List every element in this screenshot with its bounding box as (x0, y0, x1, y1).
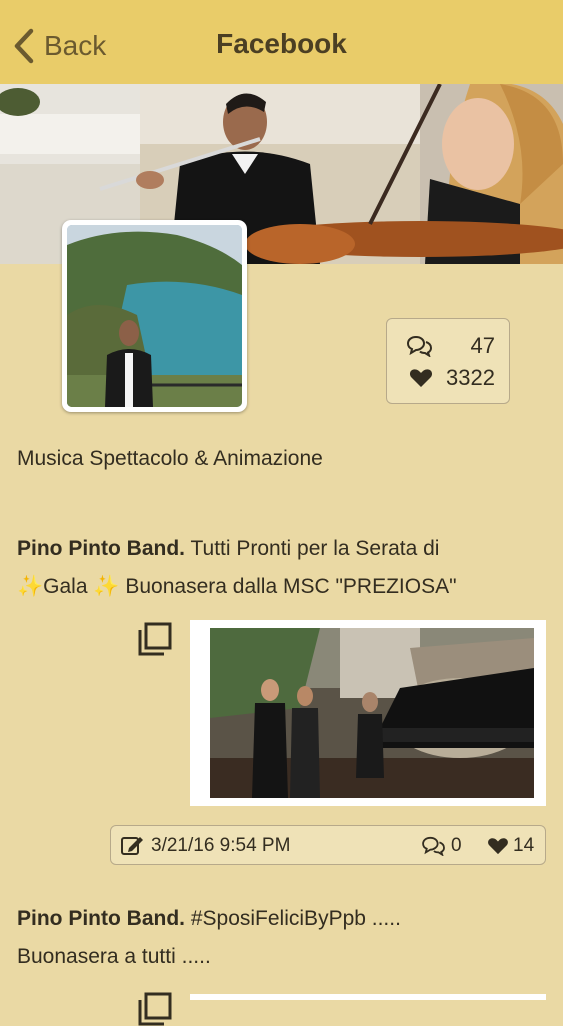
post-text-gala: Gala (43, 575, 88, 598)
comment-stat: 47 (387, 331, 509, 361)
post-1-photo[interactable] (190, 620, 546, 806)
heart-icon[interactable] (487, 837, 509, 855)
post-2-photo[interactable] (190, 994, 546, 1000)
page-title: Facebook (216, 28, 347, 59)
post-author: Pino Pinto Band. (17, 907, 185, 930)
post-text-line: Buonasera a tutti ..... (17, 945, 211, 968)
post-text-line: #SposiFeliciByPpb ..... (190, 907, 401, 930)
profile-picture[interactable] (62, 220, 247, 412)
post-like-count: 14 (513, 835, 535, 856)
nav-bar: Back Facebook (0, 0, 563, 84)
post-comment-count: 0 (451, 835, 462, 856)
post-text-line: Buonasera dalla MSC "PREZIOSA" (125, 575, 457, 598)
stats-box: 47 3322 (386, 318, 510, 404)
post-2-text: Pino Pinto Band. #SposiFeliciByPpb .....… (17, 900, 543, 976)
post-text-line: Tutti Pronti per la Serata di (190, 537, 440, 560)
comment-icon[interactable] (421, 836, 447, 856)
edit-icon (121, 837, 143, 855)
like-count: 3322 (446, 365, 495, 390)
sparkle-emoji: ✨ (17, 575, 44, 598)
like-stat: 3322 (387, 363, 509, 393)
comment-icon (407, 335, 433, 357)
gallery-icon[interactable] (138, 992, 172, 1026)
post-1-text: Pino Pinto Band. Tutti Pronti per la Ser… (17, 530, 543, 606)
gallery-icon[interactable] (138, 622, 172, 656)
comment-count: 47 (470, 333, 495, 358)
page-category: Musica Spettacolo & Animazione (17, 447, 323, 470)
post-date: 3/21/16 9:54 PM (151, 835, 291, 856)
sparkle-emoji: ✨ (93, 575, 120, 598)
heart-icon (409, 369, 433, 387)
post-author: Pino Pinto Band. (17, 537, 185, 560)
post-1-meta-bar: 3/21/16 9:54 PM 0 14 (110, 825, 546, 865)
